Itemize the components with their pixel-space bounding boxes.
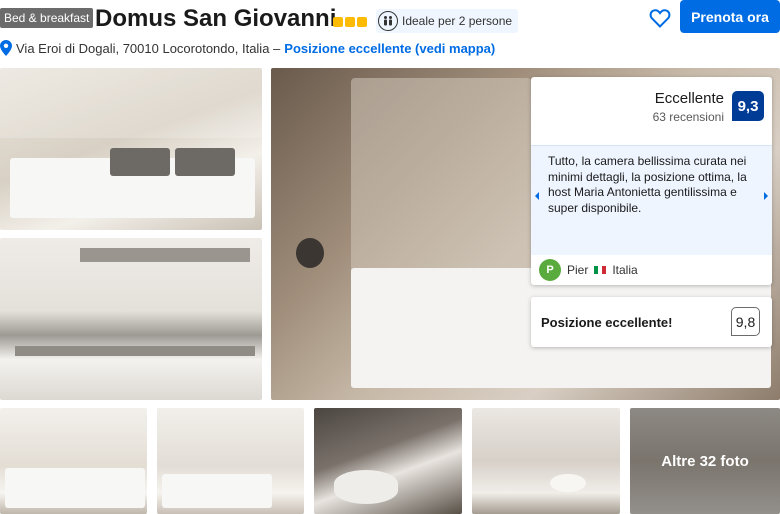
- photo-thumb-2[interactable]: [157, 408, 304, 514]
- property-header: Bed & breakfast Domus San Giovanni Ideal…: [0, 0, 780, 64]
- photo-bedroom[interactable]: [0, 68, 262, 230]
- book-now-button[interactable]: Prenota ora: [680, 0, 780, 33]
- location-score-card[interactable]: Posizione eccellente! 9,8: [531, 297, 772, 347]
- heart-icon[interactable]: [648, 6, 672, 30]
- chevron-right-icon[interactable]: [762, 186, 770, 206]
- photo-thumb-1[interactable]: [0, 408, 147, 514]
- location-score-badge: 9,8: [731, 307, 760, 336]
- property-title: Domus San Giovanni: [95, 5, 337, 32]
- rating-word: Eccellente: [654, 90, 724, 107]
- more-photos-overlay[interactable]: Altre 32 foto: [630, 408, 780, 514]
- photo-headboard: [351, 78, 531, 298]
- photo-hood: [80, 248, 250, 262]
- ideal-for-badge[interactable]: Ideale per 2 persone: [376, 9, 519, 33]
- review-score-badge: 9,3: [732, 91, 764, 121]
- photo-sink: [334, 470, 398, 504]
- review-quote: Tutto, la camera bellissima curata nei m…: [548, 154, 747, 215]
- star-icon: [333, 17, 343, 27]
- photo-thumb-5[interactable]: Altre 32 foto: [630, 408, 780, 514]
- photo-bed: [162, 474, 272, 508]
- photo-thumb-3[interactable]: [314, 408, 462, 514]
- photo-lamp: [296, 238, 324, 268]
- photo-basin: [550, 474, 586, 492]
- photo-kitchenette[interactable]: [0, 238, 262, 400]
- property-type-badge: Bed & breakfast: [0, 8, 94, 28]
- address-line: Via Eroi di Dogali, 70010 Locorotondo, I…: [0, 37, 495, 59]
- photo-bed: [5, 468, 145, 508]
- chevron-left-icon[interactable]: [533, 186, 541, 206]
- map-link[interactable]: Posizione eccellente (vedi mappa): [284, 41, 495, 56]
- review-quote-box: Tutto, la camera bellissima curata nei m…: [531, 145, 772, 255]
- reviewer-avatar: P: [539, 259, 561, 281]
- reviewer-name: Pier: [567, 263, 589, 277]
- map-pin-icon: [0, 40, 12, 56]
- star-rating: [333, 17, 367, 27]
- address-text: Via Eroi di Dogali, 70010 Locorotondo, I…: [16, 40, 281, 56]
- persons-icon: [378, 11, 398, 31]
- star-icon: [357, 17, 367, 27]
- photo-thumb-4[interactable]: [472, 408, 620, 514]
- italy-flag-icon: [594, 266, 607, 274]
- review-score-header: Eccellente 63 recensioni 9,3: [531, 77, 772, 135]
- reviewer-country: Italia: [612, 263, 638, 277]
- photo-pillow: [110, 148, 170, 176]
- reviewer-info: P Pier Italia: [539, 258, 638, 282]
- photo-counter: [15, 346, 255, 356]
- review-count: 63 recensioni: [652, 110, 724, 124]
- star-icon: [345, 17, 355, 27]
- ideal-for-label: Ideale per 2 persone: [402, 14, 513, 28]
- review-card[interactable]: Eccellente 63 recensioni 9,3 Tutto, la c…: [531, 77, 772, 285]
- location-label: Posizione eccellente!: [541, 315, 673, 330]
- photo-pillow: [175, 148, 235, 176]
- photo-wall: [0, 68, 262, 138]
